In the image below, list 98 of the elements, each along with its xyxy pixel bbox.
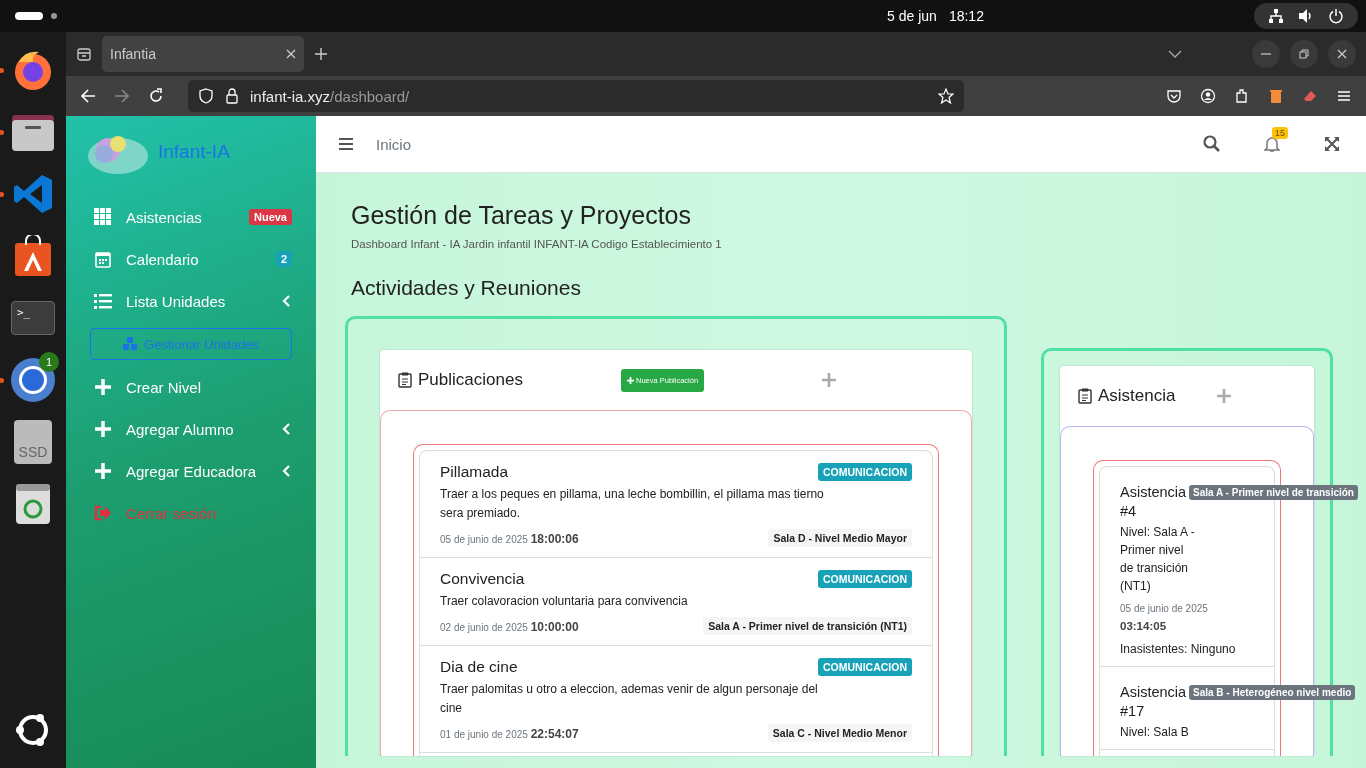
plus-icon (94, 420, 112, 438)
puzzle-icon[interactable] (1234, 88, 1250, 104)
menu-icon[interactable] (338, 137, 354, 151)
sidebar-item[interactable]: Crear Nivel (90, 366, 292, 408)
date-text: 5 de jun (887, 8, 937, 24)
tooltip: Sala B - Heterogéneo nivel medio (1189, 685, 1356, 700)
system-status-menu[interactable] (1254, 3, 1358, 29)
browser-icon[interactable] (9, 356, 57, 404)
room-label: Sala A - Primer nivel de transición (NT1) (703, 617, 912, 635)
clipboard-icon (398, 372, 412, 388)
publication-description: Traer a los peques en pillama, una leche bombillin, el pillama mas tierno sera premiado. (440, 486, 825, 522)
sidebar-item[interactable]: Calendario 2 (90, 238, 292, 280)
star-icon[interactable] (938, 88, 954, 104)
account-icon[interactable] (1200, 88, 1216, 104)
notification-badge: 1 (39, 352, 59, 372)
publication-date: 02 de junio de 2025 10:00:00 (440, 619, 579, 635)
list-icon (94, 293, 112, 309)
activities-button[interactable] (15, 12, 43, 20)
reload-icon[interactable] (148, 88, 164, 104)
sidebar-item[interactable]: Agregar Alumno (90, 408, 292, 450)
cubes-icon (123, 337, 139, 351)
new-tab-icon[interactable] (314, 47, 328, 61)
trash-icon[interactable] (14, 482, 52, 526)
network-icon (1268, 8, 1284, 24)
plus-icon (627, 376, 634, 384)
attendance-time: 03:14:05 (1120, 620, 1168, 632)
level-text: Nivel: Sala A - Primer nivel de transición (NT1) (1120, 524, 1196, 595)
bell-icon[interactable] (1264, 135, 1280, 153)
close-button[interactable] (1328, 40, 1356, 68)
sidebar-item[interactable]: Asistencias Nueva (90, 196, 292, 238)
sign-out-icon (94, 505, 112, 521)
lock-icon (224, 88, 240, 104)
card-title: Asistencia (1098, 386, 1177, 406)
category-tag: COMUNICACION (818, 463, 912, 481)
plus-icon (94, 378, 112, 396)
publication-date: 01 de junio de 2025 22:54:07 (440, 726, 579, 742)
attendance-title: Asistencia #4 (1120, 483, 1188, 521)
code-editor-icon[interactable] (12, 173, 54, 215)
tooltip: Sala A - Primer nivel de transición (1189, 485, 1358, 500)
browser-tab[interactable]: Infantia (102, 36, 304, 72)
attendance-date: 05 de junio de 2025 (1120, 603, 1209, 614)
room-label: Sala C - Nivel Medio Menor (767, 724, 912, 742)
breadcrumb-link[interactable]: Inicio (376, 135, 1164, 153)
count-badge: Nueva (248, 209, 292, 225)
power-icon (1328, 8, 1344, 24)
expand-icon[interactable] (1324, 136, 1340, 152)
category-tag: COMUNICACION (818, 658, 912, 676)
shield-icon (198, 88, 214, 104)
publication-title: Convivencia (440, 570, 525, 588)
plus-icon (94, 462, 112, 480)
minimize-icon (1261, 53, 1271, 55)
clock-time: 18:12 (948, 8, 984, 24)
publication-date: 05 de junio de 2025 18:00:06 (440, 531, 579, 547)
back-icon[interactable] (80, 88, 96, 104)
workspace-indicator (51, 13, 57, 19)
room-label: Sala D - Nivel Medio Mayor (768, 529, 912, 547)
page-title: Gestión de Tareas y Proyectos (351, 201, 692, 230)
pocket-icon[interactable] (1166, 88, 1182, 104)
folder-icon[interactable] (11, 112, 55, 152)
forward-icon[interactable] (114, 88, 130, 104)
notification-badge: 15 (1272, 127, 1288, 139)
page-subtitle: Dashboard Infant - IA Jardin infantil INFANT-IA Codigo Establecimiento 1 (351, 238, 723, 250)
chevron-left-icon[interactable] (282, 423, 292, 435)
publication-title: Pillamada (440, 463, 509, 481)
close-icon (1337, 49, 1347, 59)
level-text: Nivel: Sala B (1120, 724, 1190, 741)
restore-button[interactable] (1290, 40, 1318, 68)
eraser-icon[interactable] (1302, 88, 1318, 104)
section-title: Actividades y Reuniones (351, 276, 582, 300)
clipboard-icon (1078, 388, 1092, 404)
menu-icon[interactable] (1336, 88, 1352, 104)
volume-icon (1298, 8, 1314, 24)
brand-name: Infant-IA (158, 141, 230, 163)
close-icon[interactable] (286, 49, 296, 59)
chevron-left-icon[interactable] (282, 295, 292, 307)
card-title: Publicaciones (418, 370, 524, 390)
chevron-down-icon[interactable] (1168, 49, 1182, 59)
drive-icon[interactable]: SSD (14, 420, 52, 464)
calendar-icon (94, 250, 112, 268)
terminal-icon[interactable]: >_ (11, 301, 55, 335)
publication-description: Traer palomitas u otro a eleccion, ademas venir de algun personaje del cine (440, 681, 819, 717)
url-text: infant-ia.xyz/dashboard/ (250, 87, 411, 105)
restore-icon (1299, 49, 1309, 59)
publication-title: Dia de cine (440, 658, 518, 676)
count-badge: 2 (275, 251, 292, 267)
attendance-title: Asistencia #17 (1120, 683, 1188, 721)
address-bar[interactable]: infant-ia.xyz/dashboard/ (188, 80, 964, 112)
category-tag: COMUNICACION (818, 570, 912, 588)
search-icon[interactable] (1203, 135, 1221, 153)
tab-list-icon[interactable] (76, 46, 92, 62)
minimize-button[interactable] (1252, 40, 1280, 68)
sidebar-item[interactable]: Lista Unidades (90, 280, 292, 322)
sidebar-item[interactable]: Agregar Educadora (90, 450, 292, 492)
grid-icon (94, 208, 112, 226)
app-store-icon[interactable] (14, 235, 52, 277)
absent-text: Inasistentes: Ninguno (1120, 641, 1237, 658)
chevron-left-icon[interactable] (282, 465, 292, 477)
publication-description: Traer colavoracion voluntaria para convivencia (440, 593, 689, 610)
